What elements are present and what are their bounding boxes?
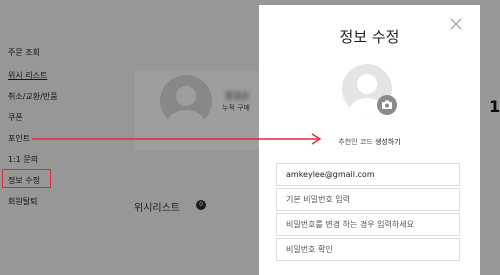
modal-title: 정보 수정	[339, 28, 400, 46]
current-password-field[interactable]: 기본 비밀번호 입력	[276, 188, 460, 211]
new-password-field[interactable]: 비밀번호를 변경 하는 경우 입력하세요	[276, 213, 460, 236]
annotation-highlight-box	[2, 169, 51, 188]
camera-icon[interactable]	[377, 95, 397, 115]
confirm-password-field[interactable]: 비밀번호 확인	[276, 238, 460, 261]
email-field[interactable]: amkeylee@gmail.com	[276, 163, 460, 186]
referral-code-row[interactable]: 추천인 코드 생성하기	[259, 137, 480, 147]
referral-code-generate-link[interactable]: 생성하기	[375, 138, 401, 146]
referral-code-label: 추천인 코드	[338, 138, 373, 146]
